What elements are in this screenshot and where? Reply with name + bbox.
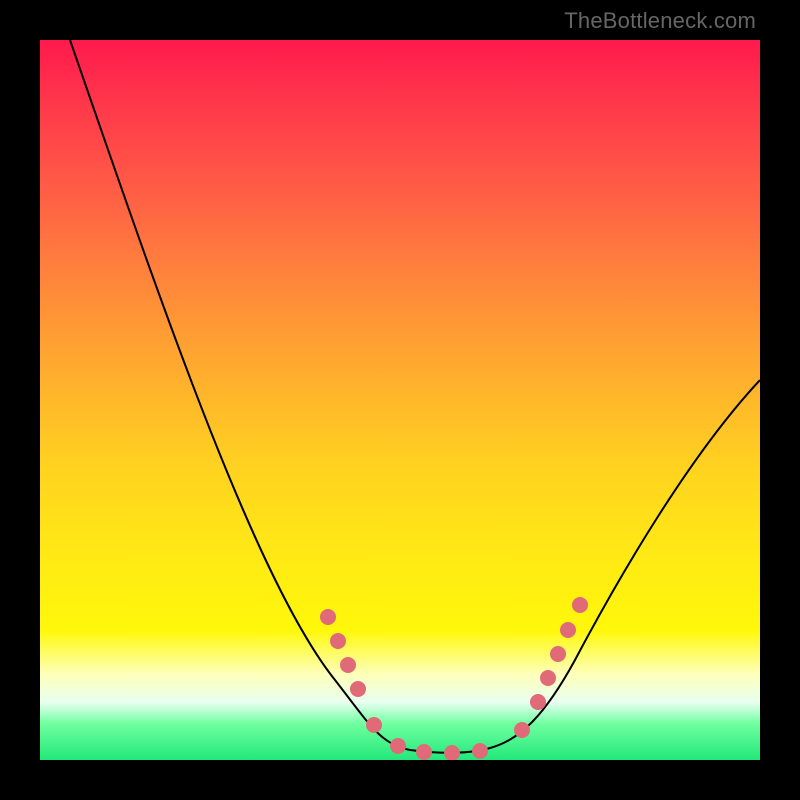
data-marker	[340, 657, 356, 673]
chart-svg	[40, 40, 760, 760]
plot-area	[40, 40, 760, 760]
watermark-text: TheBottleneck.com	[564, 8, 756, 34]
data-marker	[560, 622, 576, 638]
data-marker	[444, 745, 460, 760]
data-marker	[366, 717, 382, 733]
data-marker	[572, 597, 588, 613]
data-marker	[550, 646, 566, 662]
data-marker	[320, 609, 336, 625]
data-markers	[320, 597, 588, 760]
data-marker	[472, 743, 488, 759]
bottleneck-curve	[70, 40, 760, 753]
data-marker	[514, 722, 530, 738]
data-marker	[540, 670, 556, 686]
data-marker	[390, 738, 406, 754]
chart-frame: TheBottleneck.com	[0, 0, 800, 800]
data-marker	[350, 681, 366, 697]
data-marker	[530, 694, 546, 710]
data-marker	[330, 633, 346, 649]
data-marker	[416, 744, 432, 760]
